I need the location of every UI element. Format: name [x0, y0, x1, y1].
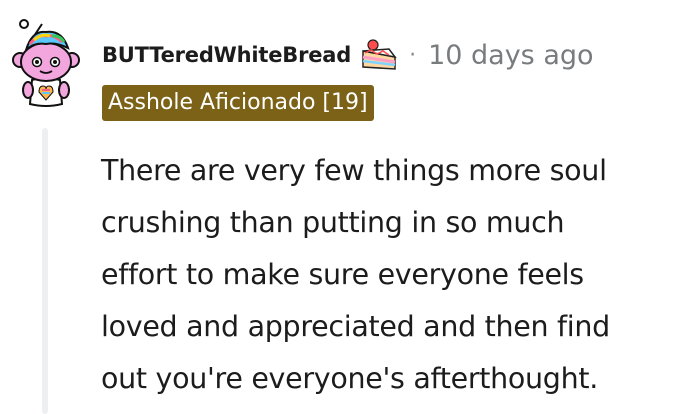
comment-body-line: out you're everyone's afterthought. [101, 362, 598, 395]
cake-icon [359, 37, 399, 73]
timestamp[interactable]: 10 days ago [428, 40, 593, 71]
user-avatar[interactable] [12, 18, 82, 110]
separator-dot: · [409, 42, 417, 68]
comment: BUTTeredWhiteBread · 10 days ago Asshole… [0, 0, 700, 414]
comment-body: There are very few things more soul crus… [101, 145, 697, 405]
comment-body-line: loved and appreciated and then find [101, 310, 610, 343]
username-link[interactable]: BUTTeredWhiteBread [102, 43, 351, 67]
comment-body-line: crushing than putting in so much [101, 206, 565, 239]
comment-body-line: effort to make sure everyone feels [101, 258, 584, 291]
comment-header: BUTTeredWhiteBread · 10 days ago [102, 36, 594, 74]
user-flair: Asshole Aficionado [19] [102, 85, 374, 121]
comment-body-line: There are very few things more soul [101, 154, 607, 187]
thread-line[interactable] [42, 128, 48, 414]
snoo-avatar-icon [12, 19, 80, 107]
